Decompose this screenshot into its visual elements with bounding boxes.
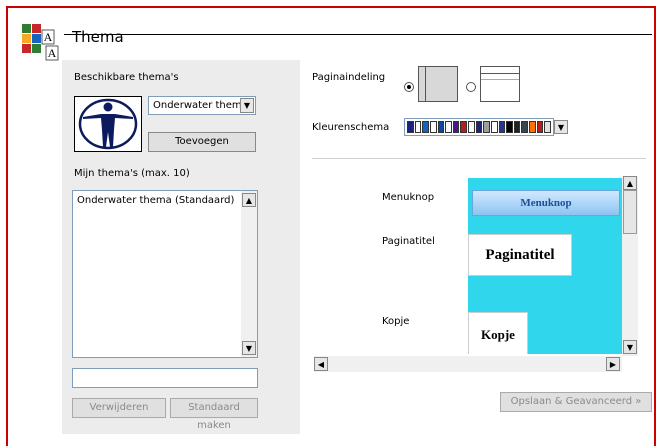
color-swatch [506,121,513,133]
chevron-down-icon[interactable]: ▼ [554,120,568,134]
color-swatch [536,121,544,133]
color-swatch [468,121,475,133]
list-scrollbar[interactable]: ▲ ▼ [241,191,257,357]
title-divider [64,34,652,35]
preview-label-menu-button: Menuknop [382,192,435,203]
scroll-right-icon[interactable]: ▶ [606,357,620,371]
theme-select-value: Onderwater thema [153,100,248,111]
color-swatch [452,121,460,133]
add-button[interactable]: Toevoegen [148,132,256,152]
color-swatch [414,121,422,133]
color-swatch [490,121,498,133]
color-swatch [521,121,528,133]
scroll-left-icon[interactable]: ◀ [314,357,328,371]
theme-preview-pane: Menuknop Paginatitel Kopje [468,178,624,354]
scroll-up-icon[interactable]: ▲ [242,193,256,207]
theme-preview-avatar [74,96,142,152]
available-themes-label: Beschikbare thema's [74,72,179,83]
scroll-thumb[interactable] [623,190,637,234]
color-scheme-select[interactable] [404,118,554,136]
scroll-down-icon[interactable]: ▼ [242,341,256,355]
color-swatch [513,121,521,133]
theme-select[interactable]: Onderwater thema ▼ [148,96,256,115]
page-title: Thema [72,28,124,46]
preview-label-heading: Kopje [382,316,410,327]
color-swatch [422,121,429,133]
layout-top-thumbnail[interactable] [480,66,520,102]
preview-heading: Kopje [468,312,528,354]
preview-menu-button: Menuknop [472,190,620,216]
preview-page-title: Paginatitel [468,234,572,276]
my-themes-label: Mijn thema's (max. 10) [74,168,190,179]
color-swatch [460,121,467,133]
layout-left-radio[interactable] [404,82,414,92]
preview-vertical-scrollbar[interactable]: ▲ ▼ [622,176,638,356]
color-swatch [544,121,551,133]
color-swatch [429,121,437,133]
remove-button[interactable]: Verwijderen [72,398,166,418]
list-item[interactable]: Onderwater thema (Standaard) [77,195,234,206]
preview-label-page-title: Paginatitel [382,236,435,247]
scroll-up-icon[interactable]: ▲ [623,176,637,190]
color-swatch [445,121,452,133]
preview-horizontal-scrollbar[interactable]: ◀ ▶ [314,356,622,372]
color-swatch [407,121,414,133]
svg-text:A: A [44,30,53,44]
section-divider [312,158,646,159]
color-swatch [475,121,483,133]
color-swatch [483,121,490,133]
my-themes-list[interactable]: Onderwater thema (Standaard) ▲ ▼ [72,190,258,358]
app-logo-icon: A A [22,24,59,61]
chevron-down-icon[interactable]: ▼ [240,98,254,113]
person-icon [78,98,138,150]
color-swatch [437,121,445,133]
scroll-down-icon[interactable]: ▼ [623,340,637,354]
layout-top-radio[interactable] [466,82,476,92]
layout-label: Paginaindeling [312,72,386,83]
save-advanced-button[interactable]: Opslaan & Geavanceerd » [500,392,652,412]
color-swatch [498,121,506,133]
color-swatch [529,121,536,133]
set-default-button[interactable]: Standaard maken [170,398,258,431]
layout-left-thumbnail[interactable] [418,66,458,102]
theme-name-input[interactable] [72,368,258,388]
svg-text:A: A [48,46,57,60]
color-scheme-label: Kleurenschema [312,122,390,133]
